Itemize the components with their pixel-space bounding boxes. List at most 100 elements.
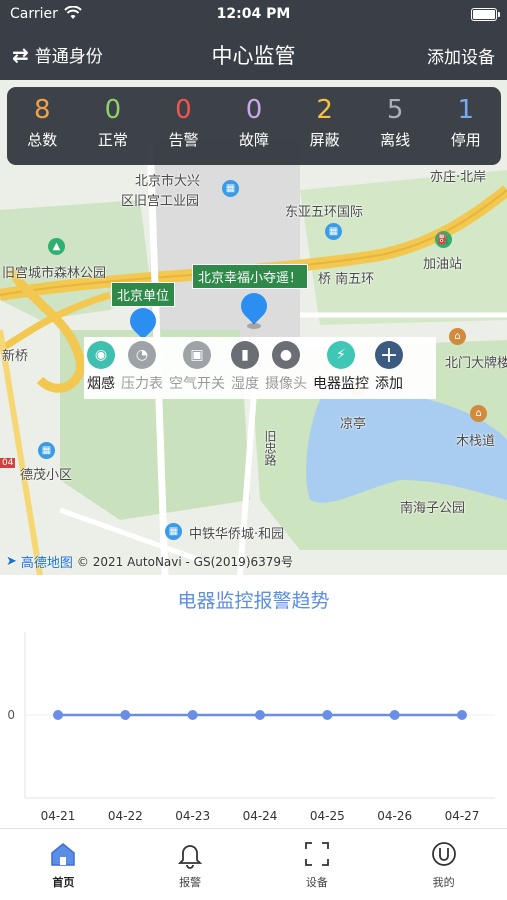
park-icon: ▲: [48, 238, 65, 255]
building-icon: ▦: [38, 442, 55, 459]
stat-value: 8: [34, 95, 51, 125]
map-label: 南海子公园: [400, 501, 466, 516]
home-icon: [51, 843, 76, 866]
switch-identity-button[interactable]: ⇄ 普通身份: [12, 42, 103, 68]
lightning-icon: ⚡: [327, 341, 355, 369]
gas-station-icon: ⛽: [435, 231, 452, 248]
stat-value: 0: [104, 95, 122, 125]
category-label: 湿度: [231, 376, 259, 392]
map-marker-label[interactable]: 北京单位: [111, 282, 176, 307]
category-label: 摄像头: [265, 376, 307, 392]
nav-bar: ⇄ 普通身份 中心监管 添加设备: [0, 30, 507, 80]
chart-y-tick-label: 0: [7, 708, 15, 722]
stat-value: 2: [316, 95, 333, 125]
landmark-icon: ⌂: [470, 405, 487, 422]
building-icon: ▦: [325, 223, 342, 240]
map-label: 凉亭: [340, 417, 367, 432]
device-category-bar: ◉ 烟感 ◔ 压力表 ▣ 空气开关 ▮ 湿度 ● 摄像头 ⚡ 电器监控 + 添加: [84, 337, 436, 399]
map-label: 亦庄·北岸: [430, 170, 487, 185]
tab-label: 设备: [305, 876, 328, 889]
stat-label: 停用: [450, 131, 481, 149]
road-number-tag: 04: [0, 458, 16, 468]
add-device-button[interactable]: 添加设备: [427, 43, 495, 68]
stat-value: 0: [175, 95, 192, 125]
tab-scan[interactable]: 设备: [254, 829, 381, 900]
map-attribution: ➤ 高德地图 © 2021 AutoNavi - GS(2019)6379号: [6, 552, 293, 571]
chart-x-tick-label: 04-27: [445, 809, 480, 823]
chart-title: 电器监控报警趋势: [177, 590, 330, 612]
map-label: 木栈道: [456, 434, 496, 449]
stat-item[interactable]: 0 正常: [78, 87, 149, 165]
status-bar: Carrier 12:04 PM: [0, 0, 507, 30]
category-humidity[interactable]: ▮ 湿度: [228, 337, 262, 399]
stat-item[interactable]: 1 停用: [430, 87, 501, 165]
amap-logo: ➤: [6, 554, 17, 569]
stat-label: 正常: [97, 131, 128, 149]
map-label: 桥 南五环: [318, 272, 375, 287]
tab-label: 首页: [52, 876, 75, 889]
smoke-detector-icon: ◉: [87, 341, 115, 369]
chart-data-point: [255, 710, 265, 720]
chart-x-tick-label: 04-24: [243, 809, 278, 823]
category-label: 烟感: [87, 376, 115, 392]
stat-value: 1: [457, 95, 475, 125]
category-lightning[interactable]: ⚡ 电器监控: [310, 337, 372, 399]
chart-data-point: [457, 710, 467, 720]
map-marker-label[interactable]: 北京幸福小夺遥！: [192, 264, 309, 289]
identity-label: 普通身份: [34, 47, 103, 67]
battery-icon: [471, 8, 500, 21]
map-label: 旧宫城市森林公园: [2, 266, 107, 281]
stat-item[interactable]: 8 总数: [7, 87, 78, 165]
scan-icon: [304, 842, 329, 866]
tab-profile[interactable]: 我的: [380, 829, 507, 900]
stat-item[interactable]: 5 离线: [360, 87, 431, 165]
tab-bar: 首页 报警 设备 我的: [0, 828, 507, 900]
chart-data-point: [389, 710, 400, 720]
chart-data-point: [120, 710, 131, 720]
building-icon: ▦: [222, 180, 239, 197]
category-camera[interactable]: ● 摄像头: [262, 337, 310, 399]
map-label: 德茂小区: [20, 468, 73, 483]
map-label: 区旧宫工业园: [121, 194, 200, 209]
chart-data-point: [53, 710, 63, 720]
amap-logo-text: 高德地图: [20, 556, 73, 571]
map-label: 新桥: [2, 349, 29, 364]
category-smoke-detector[interactable]: ◉ 烟感: [84, 337, 118, 399]
stat-value: 0: [245, 95, 263, 125]
stat-item[interactable]: 0 故障: [219, 87, 290, 165]
map-label: 旧忠路: [263, 430, 277, 466]
chart-x-tick-label: 04-21: [41, 809, 76, 823]
category-pressure-gauge[interactable]: ◔ 压力表: [118, 337, 166, 399]
stat-label: 总数: [27, 131, 58, 149]
category-label: 添加: [375, 376, 403, 392]
stat-item[interactable]: 0 告警: [148, 87, 219, 165]
device-stats-panel: 8 总数 0 正常 0 告警 0 故障 2 屏蔽 5 离线 1 停用: [7, 87, 501, 165]
chart-x-tick-label: 04-22: [108, 809, 143, 823]
tab-home[interactable]: 首页: [0, 829, 127, 900]
air-switch-icon: ▣: [183, 341, 211, 369]
tab-label: 我的: [432, 876, 455, 889]
humidity-icon: ▮: [231, 341, 259, 369]
swap-icon: ⇄: [12, 42, 29, 67]
stat-label: 离线: [380, 131, 411, 149]
plus-icon: +: [375, 341, 403, 369]
map-label: 中铁华侨城·和园: [189, 527, 285, 542]
bell-icon: [177, 845, 203, 869]
alarm-trend-chart: 0 04-21 04-22 04-23 04-24 04-25 04-26 04-27: [7, 632, 495, 823]
stat-label: 屏蔽: [309, 131, 340, 149]
map-copyright: © 2021 AutoNavi - GS(2019)6379号: [76, 555, 294, 569]
stat-item[interactable]: 2 屏蔽: [289, 87, 360, 165]
stat-label: 告警: [168, 131, 199, 149]
tab-bell[interactable]: 报警: [127, 829, 254, 900]
category-label: 压力表: [121, 376, 163, 392]
chart-data-point: [187, 710, 198, 720]
map-label: 北门大牌楼: [445, 356, 507, 371]
category-plus[interactable]: + 添加: [372, 337, 406, 399]
category-air-switch[interactable]: ▣ 空气开关: [166, 337, 228, 399]
stat-label: 故障: [239, 131, 270, 149]
category-label: 空气开关: [169, 376, 225, 392]
tab-label: 报警: [179, 876, 202, 889]
clock: 12:04 PM: [216, 6, 291, 22]
chart-x-tick-label: 04-26: [377, 809, 412, 823]
building-icon: ▦: [165, 523, 182, 540]
